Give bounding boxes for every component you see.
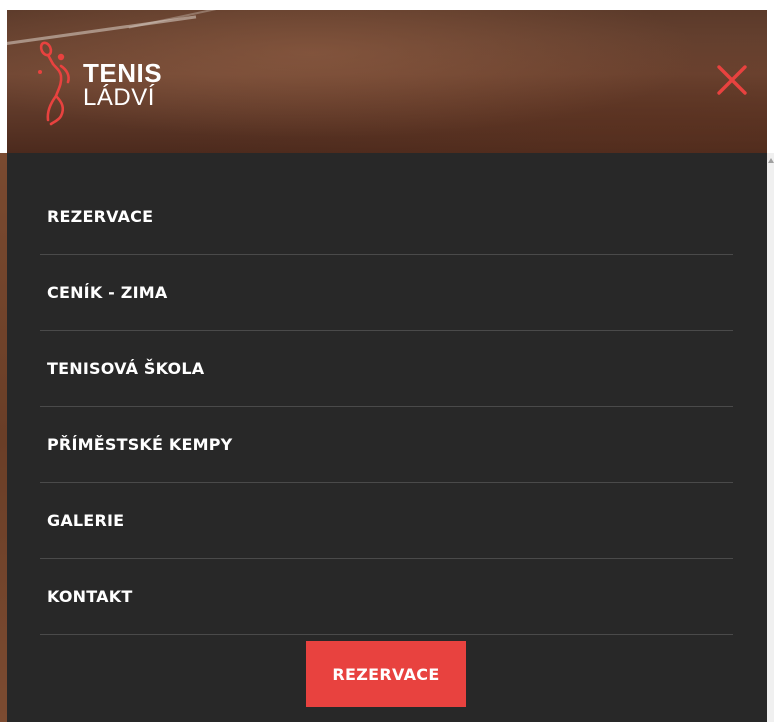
scrollbar[interactable] [767, 153, 774, 722]
site-logo[interactable]: TENIS LÁDVÍ [34, 40, 194, 126]
menu-item-galerie[interactable]: GALERIE [40, 483, 733, 559]
menu-item-primestske-kempy[interactable]: PŘÍMĚSTSKÉ KEMPY [40, 407, 733, 483]
menu-item-label: KONTAKT [47, 587, 133, 606]
logo-title: TENIS [83, 58, 163, 88]
background-edge [0, 153, 7, 722]
reservation-button[interactable]: REZERVACE [306, 641, 466, 707]
menu-item-tenisova-skola[interactable]: TENISOVÁ ŠKOLA [40, 331, 733, 407]
scroll-up-icon[interactable] [768, 158, 774, 163]
menu-list: REZERVACE CENÍK - ZIMA TENISOVÁ ŠKOLA PŘ… [40, 179, 733, 635]
menu-item-label: CENÍK - ZIMA [47, 283, 168, 302]
close-menu-button[interactable] [710, 58, 754, 102]
menu-item-rezervace[interactable]: REZERVACE [40, 179, 733, 255]
site-header: TENIS LÁDVÍ [7, 10, 767, 153]
menu-item-label: GALERIE [47, 511, 125, 530]
menu-item-cenik-zima[interactable]: CENÍK - ZIMA [40, 255, 733, 331]
menu-item-label: TENISOVÁ ŠKOLA [47, 359, 205, 378]
tennis-player-icon [38, 41, 70, 126]
menu-item-label: PŘÍMĚSTSKÉ KEMPY [47, 435, 233, 454]
header-decoration [128, 10, 286, 29]
menu-item-label: REZERVACE [47, 207, 154, 226]
logo-subtitle: LÁDVÍ [83, 84, 155, 111]
close-icon [717, 65, 747, 95]
menu-item-kontakt[interactable]: KONTAKT [40, 559, 733, 635]
mobile-menu: REZERVACE CENÍK - ZIMA TENISOVÁ ŠKOLA PŘ… [7, 153, 767, 722]
page-frame: TENIS LÁDVÍ REZERVACE CENÍK - ZIMA TENIS… [0, 0, 774, 722]
